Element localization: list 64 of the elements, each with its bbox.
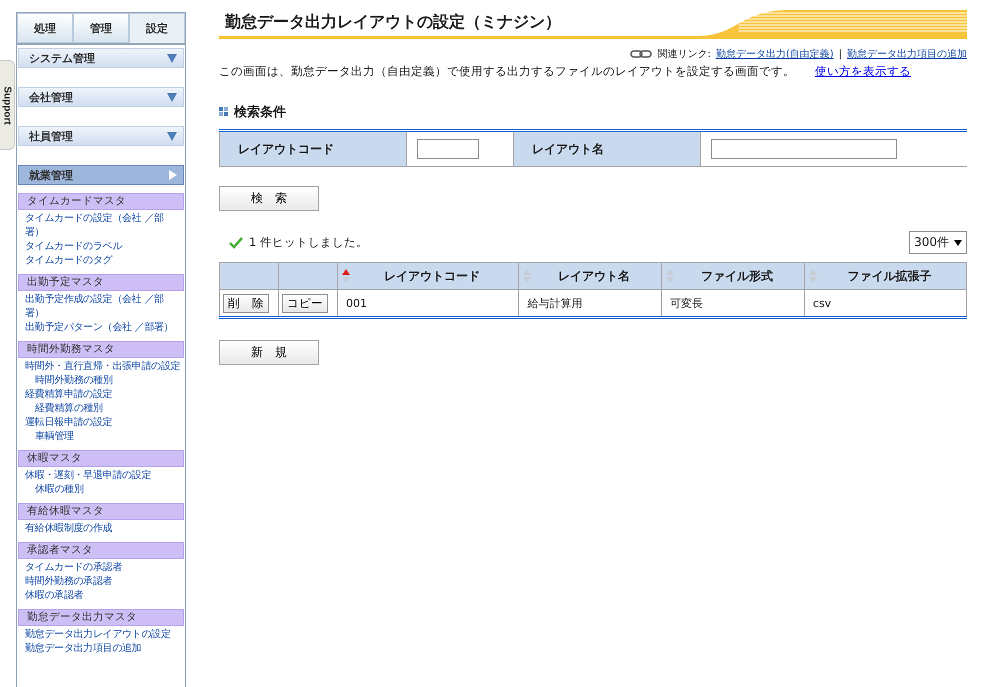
support-tab[interactable]: Support <box>0 60 15 150</box>
grid-squares-icon <box>219 107 229 117</box>
section-header[interactable]: 社員管理 <box>18 126 184 146</box>
group-header: 時間外勤務マスタ <box>18 341 184 358</box>
related-link[interactable]: 勤怠データ出力(自由定義) <box>716 47 834 61</box>
menu-link[interactable]: 経費精算申請の設定 <box>17 388 185 402</box>
menu-link[interactable]: 出勤予定パターン（会社 ／部署） <box>17 321 185 335</box>
menu-link[interactable]: 勤怠データ出力項目の追加 <box>17 642 185 656</box>
section-header[interactable]: 就業管理 <box>18 165 184 185</box>
menu-link[interactable]: 時間外勤務の種別 <box>17 374 185 388</box>
menu-link[interactable]: 出勤予定作成の設定（会社 ／部署） <box>17 293 185 321</box>
group-header: 有給休暇マスタ <box>18 503 184 520</box>
menu-link[interactable]: タイムカードのラベル <box>17 240 185 254</box>
link-separator: | <box>838 48 842 60</box>
page-size-select[interactable]: 300件 <box>909 231 967 254</box>
delete-button[interactable]: 削 除 <box>223 294 269 312</box>
section-header[interactable]: 会社管理 <box>18 87 184 107</box>
section-heading: 検索条件 <box>234 104 286 121</box>
help-link[interactable]: 使い方を表示する <box>815 64 911 79</box>
copy-button[interactable]: コピー <box>282 294 328 312</box>
expanded-triangle-icon <box>167 170 177 180</box>
group-header: 休暇マスタ <box>18 450 184 467</box>
menu-link[interactable]: 有給休暇制度の作成 <box>17 522 185 536</box>
field-label: レイアウト名 <box>514 130 701 166</box>
collapsed-triangle-icon <box>167 131 177 141</box>
dropdown-caret-icon <box>954 240 962 246</box>
menu-tab[interactable]: 処理 <box>17 13 73 43</box>
menu-link[interactable]: 経費精算の種別 <box>17 402 185 416</box>
search-button[interactable]: 検 索 <box>219 186 319 211</box>
menu-tab[interactable]: 管理 <box>73 13 129 43</box>
related-link[interactable]: 勤怠データ出力項目の追加 <box>847 47 967 61</box>
section-header[interactable]: システム管理 <box>18 48 184 68</box>
new-button[interactable]: 新 規 <box>219 340 319 365</box>
column-header[interactable]: レイアウトコード <box>338 262 519 290</box>
column-header[interactable]: レイアウト名 <box>518 262 662 290</box>
menu-link[interactable]: タイムカードの設定（会社 ／部署） <box>17 212 185 240</box>
group-header: 承認者マスタ <box>18 542 184 559</box>
page-title: 勤怠データ出力レイアウトの設定（ミナジン） <box>225 12 561 33</box>
group-header: 出勤予定マスタ <box>18 274 184 291</box>
menu-link[interactable]: 休暇・遅刻・早退申請の設定 <box>17 469 185 483</box>
menu-link[interactable]: 休暇の承認者 <box>17 589 185 603</box>
group-header: タイムカードマスタ <box>18 193 184 210</box>
menu-link[interactable]: 時間外・直行直帰・出張申請の設定 <box>17 360 185 374</box>
menu-link[interactable]: タイムカードの承認者 <box>17 561 185 575</box>
text-input[interactable] <box>711 139 898 159</box>
menu-link[interactable]: タイムカードのタグ <box>17 254 185 268</box>
column-header[interactable]: ファイル拡張子 <box>804 262 966 290</box>
collapsed-triangle-icon <box>167 53 177 63</box>
menu-link[interactable]: 時間外勤務の承認者 <box>17 575 185 589</box>
group-header: 勤怠データ出力マスタ <box>18 609 184 626</box>
text-input[interactable] <box>417 139 479 159</box>
menu-link[interactable]: 運転日報申請の設定 <box>17 416 185 430</box>
collapsed-triangle-icon <box>167 92 177 102</box>
related-links-label: 関連リンク: <box>657 48 711 61</box>
menu-tab[interactable]: 設定 <box>129 13 185 43</box>
checkmark-icon <box>229 236 243 248</box>
chain-link-icon <box>630 49 652 59</box>
column-header[interactable]: ファイル形式 <box>662 262 804 290</box>
page-description: この画面は、勤怠データ出力（自由定義）で使用する出力するファイルのレイアウトを設定する画面です。 <box>219 64 795 79</box>
menu-link[interactable]: 車輌管理 <box>17 430 185 444</box>
menu-link[interactable]: 休暇の種別 <box>17 483 185 497</box>
field-label: レイアウトコード <box>220 130 406 166</box>
result-count-message: 1 件ヒットしました。 <box>249 235 368 250</box>
menu-link[interactable]: 勤怠データ出力レイアウトの設定 <box>17 628 185 642</box>
